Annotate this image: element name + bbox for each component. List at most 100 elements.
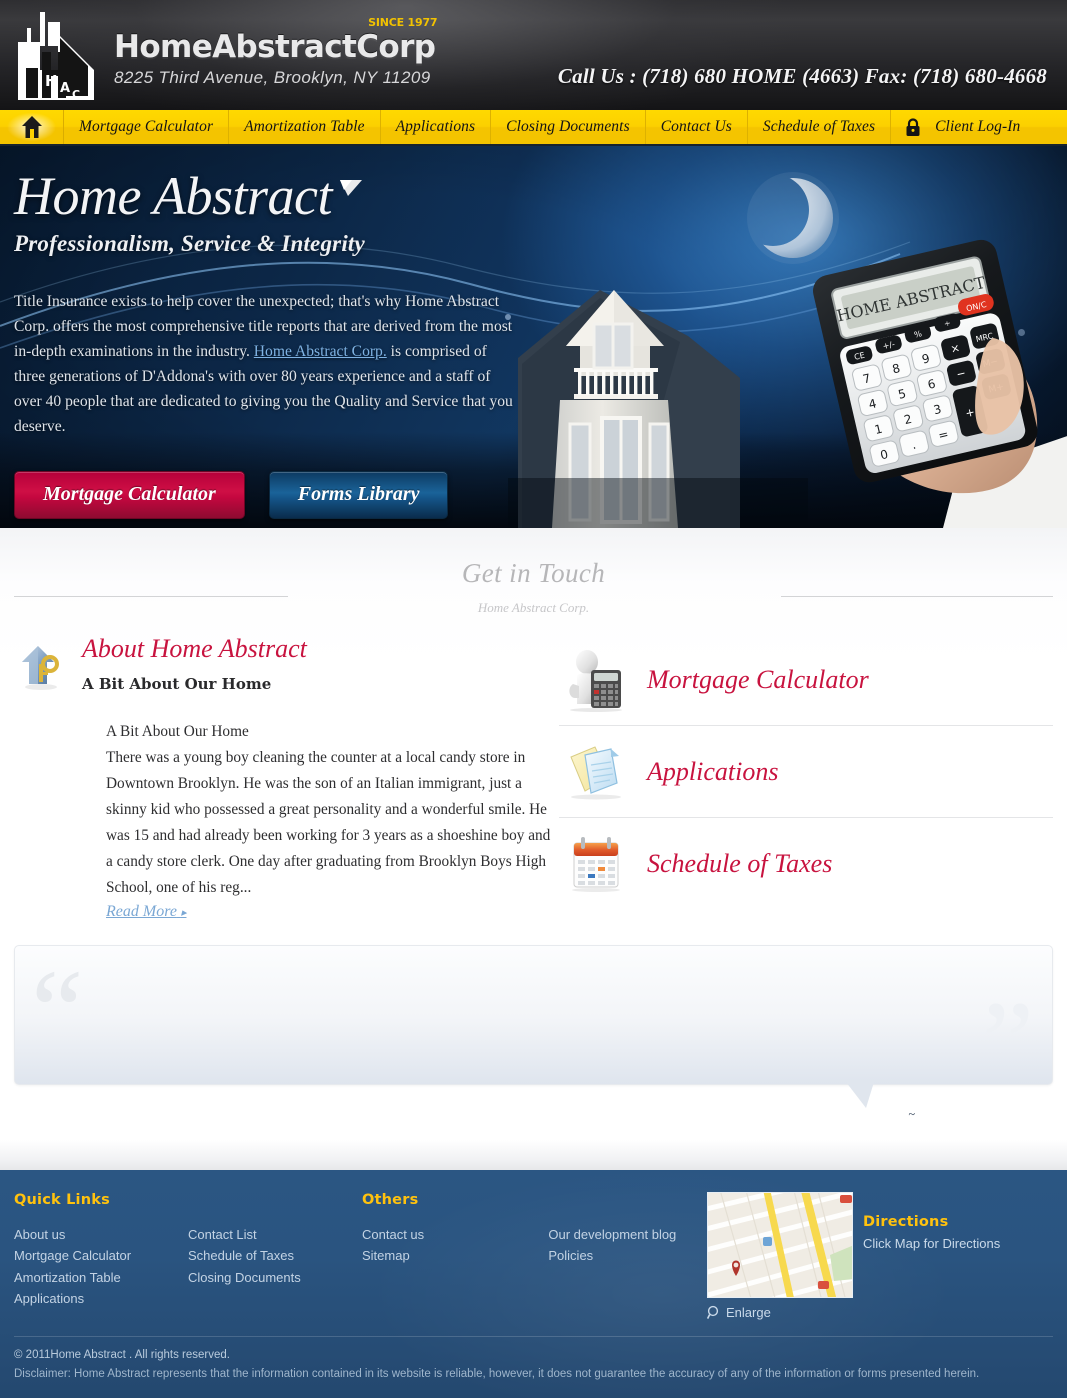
section-header: Get in Touch Home Abstract Corp.: [0, 528, 1067, 616]
client-login-lock[interactable]: [891, 110, 927, 144]
footer-link-mortgage-calculator[interactable]: Mortgage Calculator: [14, 1245, 188, 1267]
panel-label-applications: Applications: [647, 756, 779, 786]
quick-links-panel: Mortgage Calculator Applications Schedul…: [559, 634, 1053, 921]
main-content: Get in Touch Home Abstract Corp. About H…: [0, 528, 1067, 1140]
nav-home-button[interactable]: [0, 110, 64, 144]
footer-link-closing-documents[interactable]: Closing Documents: [188, 1267, 362, 1289]
documents-icon: [559, 743, 633, 801]
section-subtitle: Home Abstract Corp.: [477, 600, 590, 615]
read-more-label: Read More: [106, 902, 177, 920]
nav-item-closing-documents[interactable]: Closing Documents: [491, 110, 646, 144]
hero-tagline: Professionalism, Service & Integrity: [14, 230, 365, 256]
testimonial-bubble: “ ”: [14, 944, 1053, 1108]
site-logo[interactable]: H A C HomeAbstractCorp SINCE 1977 8225 T…: [14, 8, 438, 104]
about-subtitle: A Bit About Our Home: [82, 674, 272, 693]
company-address: 8225 Third Avenue, Brooklyn, NY 11209: [114, 68, 431, 87]
magnifier-icon: [707, 1305, 719, 1319]
footer-others: Others Contact us Sitemap Our developmen…: [362, 1192, 707, 1320]
site-footer: Quick Links About us Mortgage Calculator…: [0, 1170, 1067, 1398]
testimonial-author: ~: [908, 1106, 916, 1121]
svg-text:H: H: [45, 72, 58, 90]
pre-footer-divider: [0, 1139, 1067, 1170]
panel-label-schedule-of-taxes: Schedule of Taxes: [647, 849, 833, 878]
panel-label-mortgage-calculator: Mortgage Calculator: [647, 664, 869, 694]
header-phone: Call Us : (718) 680 HOME (4663) Fax: (71…: [557, 64, 1047, 88]
copyright-text: © 2011Home Abstract . All rights reserve…: [14, 1348, 230, 1361]
section-title: Get in Touch: [461, 558, 606, 588]
about-body-text: A Bit About Our Home There was a young b…: [106, 722, 551, 896]
nav-item-amortization-table[interactable]: Amortization Table: [229, 110, 381, 144]
footer-quick-links: Quick Links About us Mortgage Calculator…: [14, 1192, 362, 1320]
panel-item-schedule-of-taxes[interactable]: Schedule of Taxes: [559, 818, 1053, 910]
footer-link-contact-list[interactable]: Contact List: [188, 1224, 362, 1246]
hero-paragraph: Title Insurance exists to help cover the…: [14, 289, 519, 439]
mortgage-calculator-button[interactable]: Mortgage Calculator: [14, 470, 245, 519]
footer-quick-links-col2: Contact List Schedule of Taxes Closing D…: [188, 1224, 362, 1310]
footer-directions: Enlarge Directions Click Map for Directi…: [707, 1191, 1053, 1320]
logo-wordmark: HomeAbstractCorp: [114, 29, 436, 65]
page-curl-icon: [339, 180, 362, 196]
hero-content: Home Abstract Professionalism, Service &…: [14, 168, 534, 519]
hero-inline-link[interactable]: Home Abstract Corp.: [254, 343, 387, 360]
hero-title: Home Abstract: [14, 168, 364, 225]
enlarge-label: Enlarge: [726, 1304, 771, 1320]
forms-library-button[interactable]: Forms Library: [268, 470, 449, 519]
logo-since-badge: SINCE 1977: [368, 16, 438, 29]
section-rule-left: [14, 596, 288, 597]
footer-others-col1: Contact us Sitemap: [362, 1224, 548, 1267]
directions-title: Directions: [863, 1213, 949, 1230]
testimonial-tail: [846, 1081, 874, 1108]
footer-link-development-blog[interactable]: Our development blog: [548, 1224, 707, 1246]
disclaimer-text: Disclaimer: Home Abstract represents tha…: [14, 1367, 980, 1380]
hand-holding-calculator: HOME ABSTRACT ON/C CE+/- %÷ 789 456 123 …: [813, 239, 1067, 528]
site-header: H A C HomeAbstractCorp SINCE 1977 8225 T…: [0, 0, 1067, 110]
about-heading-block: About Home Abstract A Bit About Our Home: [82, 634, 307, 693]
footer-link-contact-us[interactable]: Contact us: [362, 1224, 548, 1246]
quote-open-icon: “: [31, 944, 84, 1076]
nav-item-client-login[interactable]: Client Log-In: [927, 110, 1035, 144]
hero-banner: HOME ABSTRACT ON/C CE +/- % ÷ 7 8 9 4 5 …: [0, 146, 1067, 528]
footer-quick-links-title: Quick Links: [14, 1191, 110, 1208]
nav-item-schedule-of-taxes[interactable]: Schedule of Taxes: [748, 110, 892, 144]
footer-link-about-us[interactable]: About us: [14, 1224, 188, 1246]
directions-caption: Click Map for Directions: [863, 1235, 1001, 1251]
hero-button-group: Mortgage Calculator Forms Library: [14, 470, 534, 519]
lock-icon: [906, 117, 920, 136]
directions-text-block: Directions Click Map for Directions: [863, 1192, 1000, 1320]
footer-link-policies[interactable]: Policies: [548, 1245, 707, 1267]
testimonial-area: “ ” ~: [0, 944, 1067, 1122]
footer-others-col2: Our development blog Policies: [548, 1224, 707, 1267]
about-header: About Home Abstract A Bit About Our Home: [14, 634, 559, 693]
map-thumbnail[interactable]: [707, 1191, 853, 1298]
home-abstract-logo-icon: H A C: [18, 12, 94, 101]
footer-link-applications[interactable]: Applications: [14, 1288, 188, 1310]
panel-item-applications[interactable]: Applications: [559, 726, 1053, 818]
svg-text:C: C: [72, 88, 80, 101]
main-navigation: Mortgage Calculator Amortization Table A…: [0, 110, 1067, 146]
footer-link-schedule-of-taxes[interactable]: Schedule of Taxes: [188, 1245, 362, 1267]
quote-close-icon: ”: [981, 976, 1034, 1108]
caret-right-icon: ▸: [180, 906, 187, 919]
map-image: [708, 1192, 852, 1297]
section-rule-right: [781, 596, 1053, 597]
calendar-icon: [559, 835, 633, 893]
footer-link-amortization-table[interactable]: Amortization Table: [14, 1267, 188, 1289]
nav-item-contact-us[interactable]: Contact Us: [646, 110, 748, 144]
calculator-icon: [559, 648, 633, 712]
footer-quick-links-col1: About us Mortgage Calculator Amortizatio…: [14, 1224, 188, 1310]
nav-item-mortgage-calculator[interactable]: Mortgage Calculator: [64, 110, 230, 144]
house-key-icon: [22, 646, 59, 690]
panel-item-mortgage-calculator[interactable]: Mortgage Calculator: [559, 634, 1053, 726]
footer-link-sitemap[interactable]: Sitemap: [362, 1245, 548, 1267]
content-columns: About Home Abstract A Bit About Our Home…: [0, 634, 1067, 921]
footer-columns: Quick Links About us Mortgage Calculator…: [14, 1191, 1053, 1320]
nav-item-applications[interactable]: Applications: [381, 110, 492, 144]
footer-others-title: Others: [362, 1191, 419, 1208]
home-icon: [21, 116, 42, 138]
svg-text:A: A: [60, 81, 70, 96]
read-more-link[interactable]: Read More ▸: [106, 903, 186, 921]
about-column: About Home Abstract A Bit About Our Home…: [14, 634, 559, 921]
about-title[interactable]: About Home Abstract: [82, 634, 307, 664]
enlarge-map-link[interactable]: Enlarge: [707, 1305, 853, 1320]
footer-others-lists: Contact us Sitemap Our development blog …: [362, 1224, 707, 1267]
